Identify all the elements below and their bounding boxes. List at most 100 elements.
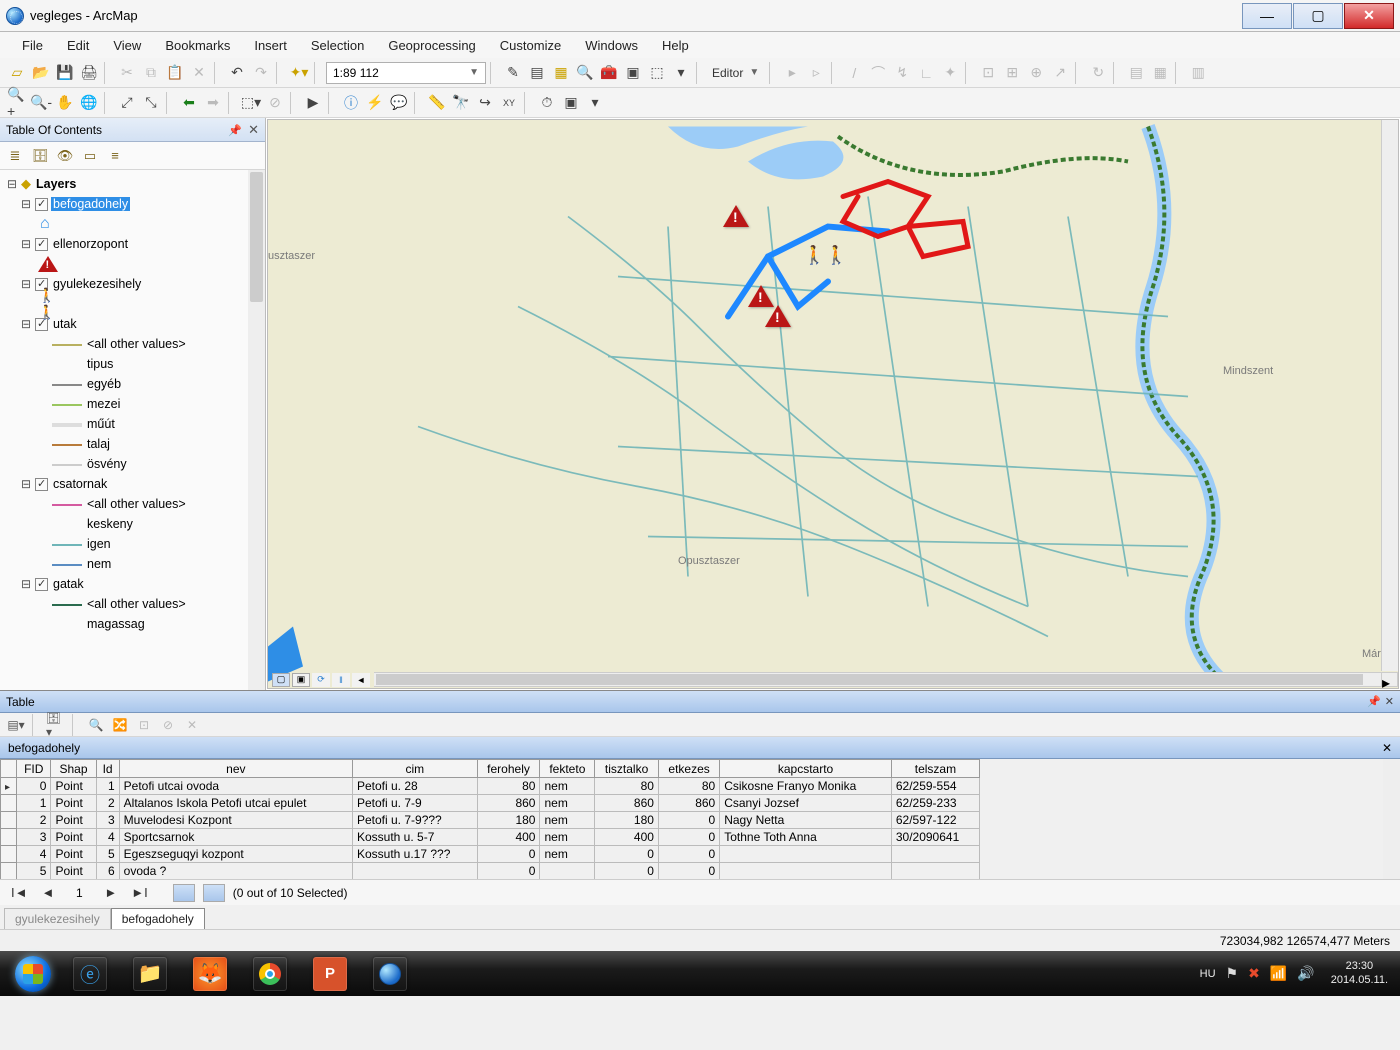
tray-clock[interactable]: 23:30 2014.05.11.	[1325, 960, 1394, 988]
minimize-button[interactable]: —	[1242, 3, 1292, 29]
fixed-zoom-in-icon[interactable]: ⤢	[116, 92, 138, 114]
select-elements-icon[interactable]: ▶	[302, 92, 324, 114]
toc-scrollbar[interactable]	[248, 170, 265, 690]
more-icon[interactable]: ▾	[670, 62, 692, 84]
taskbar-firefox[interactable]: 🦊	[180, 954, 240, 994]
tray-shield-icon[interactable]: ✖	[1248, 965, 1260, 982]
taskbar-explorer[interactable]: 📁	[120, 954, 180, 994]
next-record-icon[interactable]: ►	[101, 885, 120, 900]
scale-input[interactable]: 1:89 112▼	[326, 62, 486, 84]
attribute-table[interactable]: FIDShapIdnevcimferohelyfektetotisztalkoe…	[0, 759, 980, 879]
redo-icon[interactable]: ↷	[250, 62, 272, 84]
editor-toolbar-icon[interactable]: ✎	[502, 62, 524, 84]
python-icon[interactable]: ▣	[622, 62, 644, 84]
add-data-icon[interactable]: ✦▾	[288, 62, 310, 84]
tab-befogadohely[interactable]: befogadohely	[111, 908, 205, 929]
refresh-icon[interactable]: ⟳	[312, 673, 330, 687]
toc-close-icon[interactable]: ✕	[248, 122, 259, 137]
close-button[interactable]: ✕	[1344, 3, 1394, 29]
nav-left-icon[interactable]: ◄	[352, 673, 370, 687]
menu-geoprocessing[interactable]: Geoprocessing	[376, 34, 487, 57]
layout-view-tab[interactable]: ▣	[292, 673, 310, 687]
tray-flag-icon[interactable]: ⚑	[1226, 965, 1239, 982]
layer-utak[interactable]: utak	[51, 317, 79, 331]
copy-icon[interactable]: ⧉	[140, 62, 162, 84]
paste-icon[interactable]: 📋	[164, 62, 186, 84]
list-by-drawing-icon[interactable]: ≣	[4, 145, 26, 167]
data-view-tab[interactable]: ▢	[272, 673, 290, 687]
tab-gyulekezesihely[interactable]: gyulekezesihely	[4, 908, 111, 929]
menu-file[interactable]: File	[10, 34, 55, 57]
layer-ellenorzopont[interactable]: ellenorzopont	[51, 237, 130, 251]
menu-windows[interactable]: Windows	[573, 34, 650, 57]
select-features-icon[interactable]: ⬚▾	[240, 92, 262, 114]
goto-xy-icon[interactable]: XY	[498, 92, 520, 114]
identify-icon[interactable]: ⓘ	[340, 92, 362, 114]
full-extent-icon[interactable]: 🌐	[78, 92, 100, 114]
menu-bookmarks[interactable]: Bookmarks	[153, 34, 242, 57]
taskbar-powerpoint[interactable]: P	[300, 954, 360, 994]
nav-right-icon[interactable]: ▸	[1381, 672, 1398, 687]
zoom-in-icon[interactable]: 🔍+	[6, 92, 28, 114]
delete-sel-icon[interactable]: ✕	[182, 715, 202, 735]
table-body[interactable]: FIDShapIdnevcimferohelyfektetotisztalkoe…	[0, 759, 1400, 879]
first-record-icon[interactable]: I◄	[8, 885, 30, 900]
layer-csatornak[interactable]: csatornak	[51, 477, 109, 491]
measure-icon[interactable]: 📏	[426, 92, 448, 114]
menu-edit[interactable]: Edit	[55, 34, 101, 57]
show-selected-icon[interactable]	[203, 884, 225, 902]
map-scrollbar-horizontal[interactable]	[374, 672, 1381, 687]
model-icon[interactable]: ⬚	[646, 62, 668, 84]
layer-befogadohely[interactable]: befogadohely	[51, 197, 130, 211]
map-canvas[interactable]: usztaszer Opusztaszer Mindszent Mártély …	[267, 119, 1399, 689]
toc-root[interactable]: Layers	[34, 177, 78, 191]
more-tools-icon[interactable]: ▾	[584, 92, 606, 114]
clear-selection-icon[interactable]: ⊘	[264, 92, 286, 114]
list-by-source-icon[interactable]: 🗄	[29, 145, 51, 167]
checkbox[interactable]	[35, 578, 48, 591]
select-by-attr-icon[interactable]: 🔍	[86, 715, 106, 735]
new-icon[interactable]: ▱	[6, 62, 28, 84]
tray-network-icon[interactable]: 📶	[1270, 965, 1287, 982]
arctoolbox-icon[interactable]: 🧰	[598, 62, 620, 84]
find-route-icon[interactable]: ↪	[474, 92, 496, 114]
editor-label[interactable]: Editor	[708, 66, 747, 80]
map-scrollbar-vertical[interactable]	[1381, 120, 1398, 671]
checkbox[interactable]	[35, 318, 48, 331]
last-record-icon[interactable]: ►I	[128, 885, 150, 900]
taskbar-arcmap[interactable]	[360, 954, 420, 994]
forward-icon[interactable]: ➡	[202, 92, 224, 114]
table-close-icon[interactable]: ✕	[1385, 695, 1394, 708]
find-icon[interactable]: 🔭	[450, 92, 472, 114]
table-options-icon[interactable]: ▤▾	[6, 715, 26, 735]
show-all-icon[interactable]	[173, 884, 195, 902]
html-popup-icon[interactable]: 💬	[388, 92, 410, 114]
toc-tree[interactable]: ⊟◆Layers ⊟befogadohely ⌂ ⊟ellenorzopont …	[0, 170, 265, 690]
maximize-button[interactable]: ▢	[1293, 3, 1343, 29]
menu-insert[interactable]: Insert	[242, 34, 299, 57]
prev-record-icon[interactable]: ◄	[38, 885, 57, 900]
viewer-icon[interactable]: ▣	[560, 92, 582, 114]
clear-sel-icon[interactable]: ⊘	[158, 715, 178, 735]
menu-view[interactable]: View	[101, 34, 153, 57]
options-icon[interactable]: ≡	[104, 145, 126, 167]
list-by-selection-icon[interactable]: ▭	[79, 145, 101, 167]
time-slider-icon[interactable]: ⏱	[536, 92, 558, 114]
lang-indicator[interactable]: HU	[1200, 968, 1216, 980]
zoom-out-icon[interactable]: 🔍-	[30, 92, 52, 114]
back-icon[interactable]: ⬅	[178, 92, 200, 114]
pin-icon[interactable]: 📌	[228, 125, 242, 137]
related-tables-icon[interactable]: 🗄▾	[46, 715, 66, 735]
undo-icon[interactable]: ↶	[226, 62, 248, 84]
start-button[interactable]	[6, 954, 60, 994]
print-icon[interactable]: 🖨	[78, 62, 100, 84]
table-scrollbar[interactable]	[1383, 759, 1400, 879]
taskbar-ie[interactable]: ⓔ	[60, 954, 120, 994]
toolbox-icon[interactable]: ▤	[526, 62, 548, 84]
fixed-zoom-out-icon[interactable]: ⤡	[140, 92, 162, 114]
checkbox[interactable]	[35, 198, 48, 211]
record-number[interactable]: 1	[65, 886, 93, 900]
table-tab-close-icon[interactable]: ✕	[1382, 741, 1392, 755]
list-by-visibility-icon[interactable]: 👁	[54, 145, 76, 167]
hyperlink-icon[interactable]: ⚡	[364, 92, 386, 114]
